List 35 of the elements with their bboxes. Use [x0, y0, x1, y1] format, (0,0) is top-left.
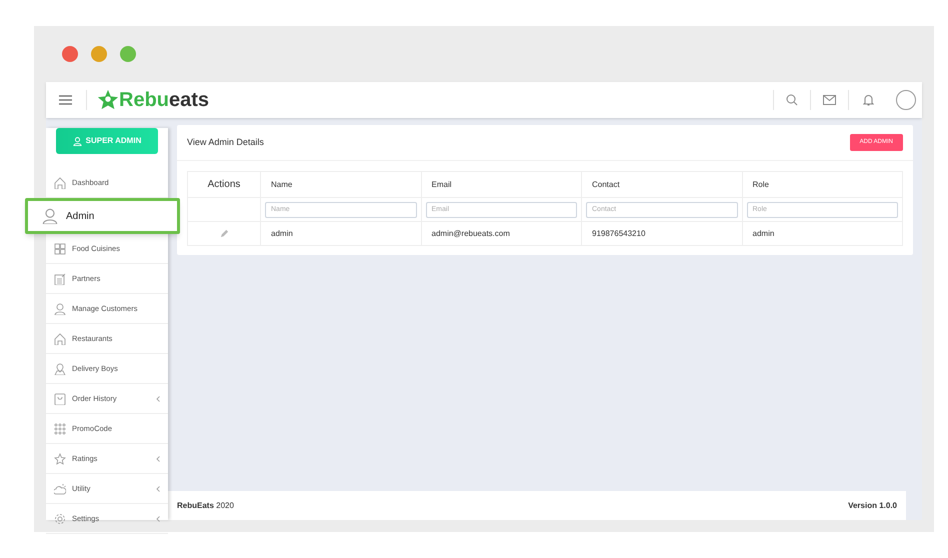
column-header: Role	[742, 172, 902, 198]
logo-text: eats	[169, 90, 210, 110]
logo-text: Rebu	[119, 90, 169, 110]
column-header: Contact	[582, 172, 742, 198]
user-icon	[54, 302, 66, 314]
table-cell: 919876543210	[582, 222, 742, 246]
table-cell: admin@rebueats.com	[421, 222, 582, 246]
bag-icon	[54, 392, 66, 404]
bell-icon[interactable]	[863, 94, 874, 106]
star-icon	[54, 452, 66, 464]
column-header: Actions	[188, 172, 260, 198]
sidebar-item[interactable]: Admin	[25, 198, 180, 234]
table-cell: admin	[742, 222, 902, 246]
copyright-text: RebuEats 2020	[177, 500, 234, 512]
menu-icon[interactable]	[59, 95, 72, 105]
star-logo-icon	[97, 89, 119, 111]
note-icon	[54, 272, 66, 284]
avatar-icon[interactable]	[896, 90, 916, 110]
column-header: Name	[260, 172, 421, 198]
dots-grid-icon	[54, 422, 66, 434]
table-cell: admin	[260, 222, 421, 246]
version-text: Version 1.0.0	[848, 500, 897, 512]
search-icon[interactable]	[786, 94, 798, 106]
map-pin-icon	[54, 362, 66, 374]
column-header: Email	[421, 172, 582, 198]
user-icon	[42, 208, 58, 224]
pencil-icon[interactable]	[220, 228, 228, 238]
house-icon	[54, 332, 66, 344]
mail-icon[interactable]	[823, 95, 836, 105]
grid-icon	[54, 242, 66, 254]
gear-icon	[54, 512, 66, 524]
card-title: View Admin Details	[187, 136, 264, 149]
house-icon	[54, 176, 66, 188]
user-icon	[72, 136, 82, 146]
cloud-sun-icon	[54, 482, 66, 494]
